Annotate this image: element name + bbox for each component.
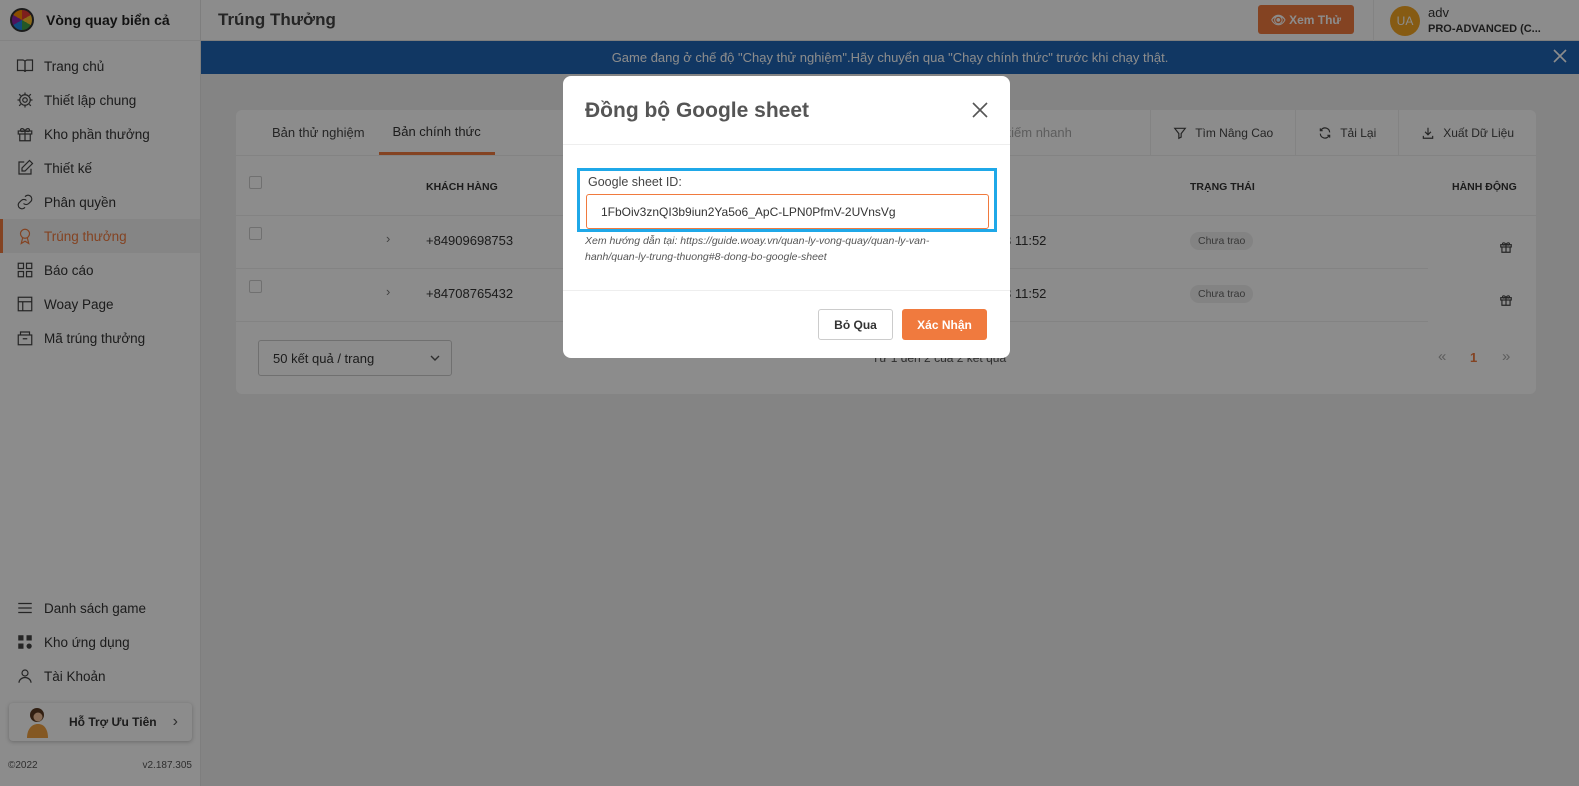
- confirm-button[interactable]: Xác Nhận: [902, 309, 987, 340]
- divider: [563, 144, 1010, 145]
- sheet-id-label: Google sheet ID:: [588, 175, 682, 189]
- sheet-id-field-group: Google sheet ID:: [577, 168, 997, 232]
- sheet-id-input[interactable]: [586, 194, 989, 229]
- close-icon[interactable]: [972, 102, 988, 121]
- divider: [563, 290, 1010, 291]
- guide-hint: Xem hướng dẫn tại: https://guide.woay.vn…: [585, 235, 930, 263]
- google-sheet-sync-modal: Đồng bộ Google sheet Google sheet ID: Xe…: [563, 76, 1010, 358]
- modal-title: Đồng bộ Google sheet: [585, 99, 809, 122]
- cancel-button[interactable]: Bỏ Qua: [818, 309, 893, 340]
